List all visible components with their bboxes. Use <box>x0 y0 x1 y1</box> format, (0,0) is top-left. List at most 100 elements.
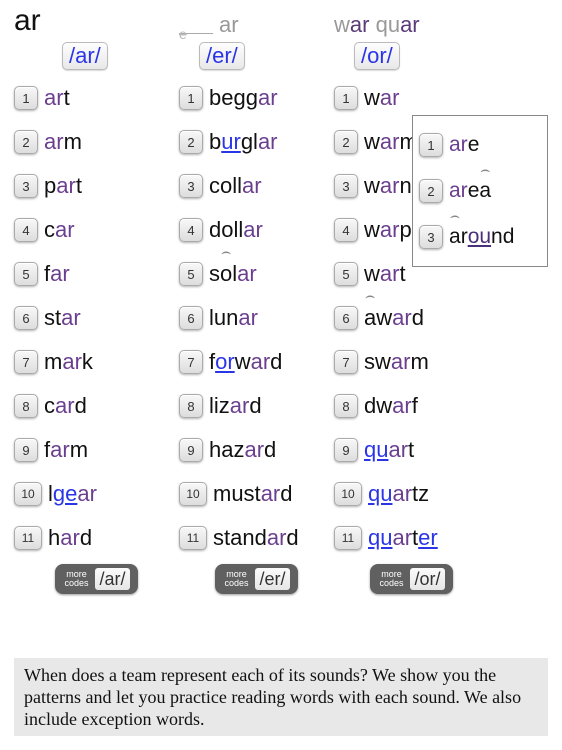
item-number[interactable]: 9 <box>14 438 38 462</box>
heading-col2: ear <box>179 4 334 38</box>
list-item: 9hazard <box>179 428 334 472</box>
item-number[interactable]: 9 <box>179 438 203 462</box>
list-item: 9quart <box>334 428 489 472</box>
word[interactable]: solar <box>209 261 257 287</box>
item-number[interactable]: 1 <box>419 133 443 157</box>
word[interactable]: warn <box>364 173 412 199</box>
item-number[interactable]: 5 <box>179 262 203 286</box>
word[interactable]: art <box>44 85 70 111</box>
word[interactable]: lgear <box>48 481 97 507</box>
word[interactable]: farm <box>44 437 88 463</box>
item-number[interactable]: 10 <box>334 482 362 506</box>
word[interactable]: mustard <box>213 481 293 507</box>
word[interactable]: car <box>44 217 75 243</box>
item-number[interactable]: 3 <box>419 225 443 249</box>
item-number[interactable]: 6 <box>14 306 38 330</box>
more-codes-er[interactable]: more codes/er/ <box>215 564 297 594</box>
word[interactable]: lizard <box>209 393 262 419</box>
item-number[interactable]: 3 <box>334 174 358 198</box>
word[interactable]: burglar <box>209 129 278 155</box>
item-number[interactable]: 10 <box>14 482 42 506</box>
word[interactable]: forward <box>209 349 282 375</box>
word[interactable]: collar <box>209 173 262 199</box>
list-item: 10mustard <box>179 472 334 516</box>
word[interactable]: warp <box>364 217 412 243</box>
item-number[interactable]: 3 <box>179 174 203 198</box>
item-number[interactable]: 10 <box>179 482 207 506</box>
item-number[interactable]: 1 <box>334 86 358 110</box>
list-item: 4dollar <box>179 208 334 252</box>
list-item: 11standard <box>179 516 334 560</box>
word[interactable]: card <box>44 393 87 419</box>
word[interactable]: standard <box>213 525 299 551</box>
item-number[interactable]: 4 <box>179 218 203 242</box>
item-number[interactable]: 8 <box>334 394 358 418</box>
word[interactable]: arm <box>44 129 82 155</box>
list-item: 11hard <box>14 516 179 560</box>
item-number[interactable]: 4 <box>334 218 358 242</box>
list-item: 3collar <box>179 164 334 208</box>
item-number[interactable]: 2 <box>14 130 38 154</box>
word[interactable]: lunar <box>209 305 258 331</box>
item-number[interactable]: 1 <box>179 86 203 110</box>
sound-button-or[interactable]: /or/ <box>354 42 400 70</box>
item-number[interactable]: 7 <box>179 350 203 374</box>
word[interactable]: dwarf <box>364 393 418 419</box>
word[interactable]: part <box>44 173 82 199</box>
list-item: 7mark <box>14 340 179 384</box>
item-number[interactable]: 9 <box>334 438 358 462</box>
item-number[interactable]: 3 <box>14 174 38 198</box>
word[interactable]: warm <box>364 129 418 155</box>
heading-col3: war quar <box>334 4 484 38</box>
list-item: 5solar <box>179 252 334 296</box>
word[interactable]: are <box>449 133 479 157</box>
heading-col1: ar <box>14 4 179 38</box>
footer-text: When does a team represent each of its s… <box>14 658 548 736</box>
item-number[interactable]: 4 <box>14 218 38 242</box>
more-codes-or[interactable]: more codes/or/ <box>370 564 452 594</box>
word[interactable]: dollar <box>209 217 263 243</box>
more-codes-ar[interactable]: more codes/ar/ <box>55 564 137 594</box>
word[interactable]: quartz <box>368 481 429 507</box>
item-number[interactable]: 6 <box>334 306 358 330</box>
word[interactable]: around <box>449 225 514 249</box>
item-number[interactable]: 1 <box>14 86 38 110</box>
list-item: 5far <box>14 252 179 296</box>
list-item: 11quarter <box>334 516 489 560</box>
item-number[interactable]: 11 <box>14 526 42 550</box>
word[interactable]: beggar <box>209 85 278 111</box>
sound-button-er[interactable]: /er/ <box>199 42 245 70</box>
word[interactable]: far <box>44 261 70 287</box>
item-number[interactable]: 11 <box>179 526 207 550</box>
word[interactable]: hazard <box>209 437 276 463</box>
list-item: 3around <box>419 214 541 260</box>
word[interactable]: war <box>364 85 399 111</box>
word[interactable]: area <box>449 179 491 203</box>
item-number[interactable]: 5 <box>334 262 358 286</box>
word[interactable]: mark <box>44 349 93 375</box>
item-number[interactable]: 2 <box>179 130 203 154</box>
item-number[interactable]: 5 <box>14 262 38 286</box>
word[interactable]: swarm <box>364 349 429 375</box>
list-item: 6star <box>14 296 179 340</box>
item-number[interactable]: 6 <box>179 306 203 330</box>
word[interactable]: award <box>364 305 424 331</box>
word[interactable]: hard <box>48 525 92 551</box>
item-number[interactable]: 2 <box>419 179 443 203</box>
word[interactable]: quart <box>364 437 414 463</box>
word[interactable]: quarter <box>368 525 438 551</box>
list-item: 4car <box>14 208 179 252</box>
item-number[interactable]: 7 <box>334 350 358 374</box>
list-item: 9farm <box>14 428 179 472</box>
list-item: 8card <box>14 384 179 428</box>
sound-button-ar[interactable]: /ar/ <box>62 42 108 70</box>
list-item: 7swarm <box>334 340 489 384</box>
word[interactable]: star <box>44 305 81 331</box>
item-number[interactable]: 2 <box>334 130 358 154</box>
item-number[interactable]: 7 <box>14 350 38 374</box>
item-number[interactable]: 8 <box>14 394 38 418</box>
word[interactable]: wart <box>364 261 406 287</box>
item-number[interactable]: 11 <box>334 526 362 550</box>
list-item: 10lgear <box>14 472 179 516</box>
item-number[interactable]: 8 <box>179 394 203 418</box>
